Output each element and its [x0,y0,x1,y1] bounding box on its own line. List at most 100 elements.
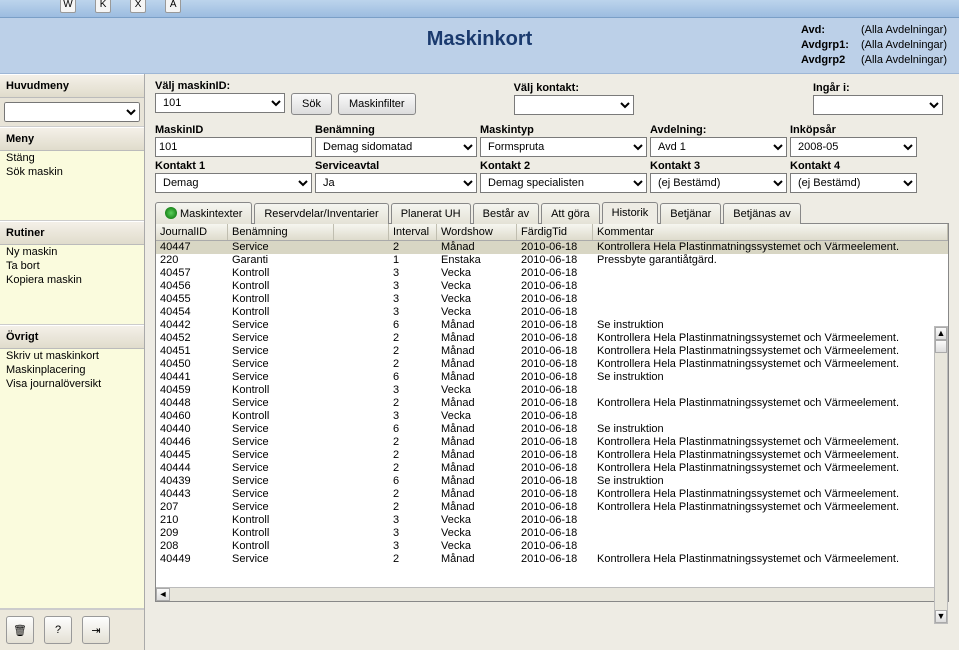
horiz-scrollbar[interactable]: ◄ ► [156,587,948,601]
field-kontakt4[interactable]: (ej Bestämd) [790,173,917,193]
toolbar-btn-k[interactable]: K [95,0,111,13]
table-row[interactable]: 40460Kontroll3Vecka2010-06-18 [156,410,948,423]
valj-kontakt-select[interactable] [514,95,634,115]
table-row[interactable]: 40439Service6Månad2010-06-18Se instrukti… [156,475,948,488]
cell: 40444 [156,462,228,475]
huvudmeny-select[interactable] [4,102,140,122]
table-row[interactable]: 40444Service2Månad2010-06-18Kontrollera … [156,462,948,475]
grid-header: JournalID Benämning Interval Wordshow Fä… [156,224,948,241]
table-row[interactable]: 40443Service2Månad2010-06-18Kontrollera … [156,488,948,501]
field-kontakt1[interactable]: Demag [155,173,312,193]
sidebar-item-meny_items-0[interactable]: Stäng [0,151,144,165]
trash-button[interactable]: 🗑 [6,616,34,644]
table-row[interactable]: 40455Kontroll3Vecka2010-06-18 [156,293,948,306]
field-kontakt2[interactable]: Demag specialisten [480,173,647,193]
sidebar-item-meny_items-1[interactable]: Sök maskin [0,165,144,179]
table-row[interactable]: 40456Kontroll3Vecka2010-06-18 [156,280,948,293]
cell: Vecka [437,267,517,280]
col-journalid[interactable]: JournalID [156,224,228,240]
col-benamning[interactable]: Benämning [228,224,334,240]
tab-betj-nar[interactable]: Betjänar [660,203,721,224]
tab-betj-nas-av[interactable]: Betjänas av [723,203,800,224]
cell: 40455 [156,293,228,306]
sidebar-item-ovrigt_items-1[interactable]: Maskinplacering [0,363,144,377]
sok-button[interactable]: Sök [291,93,332,115]
cell: 40446 [156,436,228,449]
cell: 3 [389,514,437,527]
cell: 2010-06-18 [517,319,593,332]
table-row[interactable]: 40447Service2Månad2010-06-18Kontrollera … [156,241,948,254]
table-row[interactable]: 40452Service2Månad2010-06-18Kontrollera … [156,332,948,345]
field-maskintyp[interactable]: Formspruta [480,137,647,157]
col-kommentar[interactable]: Kommentar [593,224,948,240]
cell: Service [228,345,334,358]
field-avdelning[interactable]: Avd 1 [650,137,787,157]
table-row[interactable]: 40441Service6Månad2010-06-18Se instrukti… [156,371,948,384]
sidebar-item-rutiner_items-0[interactable]: Ny maskin [0,245,144,259]
scroll-up-icon[interactable]: ▲ [935,327,947,340]
scroll-left-icon[interactable]: ◄ [156,588,170,601]
ingar-select[interactable] [813,95,943,115]
field-inköpsår[interactable]: 2008-05 [790,137,917,157]
field-maskinid[interactable] [155,137,312,157]
maskinfilter-button[interactable]: Maskinfilter [338,93,416,115]
field-benämning[interactable]: Demag sidomatad [315,137,477,157]
cell: 2010-06-18 [517,553,593,566]
col-fardigtid[interactable]: FärdigTid [517,224,593,240]
table-row[interactable]: 220Garanti1Enstaka2010-06-18Pressbyte ga… [156,254,948,267]
table-row[interactable]: 209Kontroll3Vecka2010-06-18 [156,527,948,540]
exit-button[interactable]: ⇥ [82,616,110,644]
sidebar-item-rutiner_items-2[interactable]: Kopiera maskin [0,273,144,287]
table-row[interactable]: 40440Service6Månad2010-06-18Se instrukti… [156,423,948,436]
field-label: Maskintyp [480,123,647,137]
sidebar-item-rutiner_items-1[interactable]: Ta bort [0,259,144,273]
cell: Se instruktion [593,319,948,332]
table-row[interactable]: 40454Kontroll3Vecka2010-06-18 [156,306,948,319]
cell [334,475,389,488]
toolbar-btn-x[interactable]: X [130,0,146,13]
sidebar-item-ovrigt_items-2[interactable]: Visa journalöversikt [0,377,144,391]
table-row[interactable]: 207Service2Månad2010-06-18Kontrollera He… [156,501,948,514]
cell: 40459 [156,384,228,397]
table-row[interactable]: 40450Service2Månad2010-06-18Kontrollera … [156,358,948,371]
cell: 2010-06-18 [517,423,593,436]
tab-historik[interactable]: Historik [602,202,659,224]
tab-maskintexter[interactable]: Maskintexter [155,202,252,224]
vert-scrollbar[interactable]: ▲ ▼ [934,326,948,624]
table-row[interactable]: 40446Service2Månad2010-06-18Kontrollera … [156,436,948,449]
toolbar-btn-w[interactable]: W [60,0,76,13]
table-row[interactable]: 210Kontroll3Vecka2010-06-18 [156,514,948,527]
scroll-down-icon[interactable]: ▼ [935,610,947,623]
col-interval[interactable]: Interval [389,224,437,240]
table-row[interactable]: 40459Kontroll3Vecka2010-06-18 [156,384,948,397]
tab-reservdelar-inventarier[interactable]: Reservdelar/Inventarier [254,203,388,224]
table-row[interactable]: 40457Kontroll3Vecka2010-06-18 [156,267,948,280]
tab-best-r-av[interactable]: Består av [473,203,539,224]
field-serviceavtal[interactable]: Ja [315,173,477,193]
cell: Service [228,319,334,332]
toolbar-btn-a[interactable]: A [165,0,181,13]
col-wordshow[interactable]: Wordshow [437,224,517,240]
sidebar-item-ovrigt_items-0[interactable]: Skriv ut maskinkort [0,349,144,363]
table-row[interactable]: 40448Service2Månad2010-06-18Kontrollera … [156,397,948,410]
table-row[interactable]: 40451Service2Månad2010-06-18Kontrollera … [156,345,948,358]
table-row[interactable]: 40449Service2Månad2010-06-18Kontrollera … [156,553,948,566]
scroll-thumb[interactable] [935,340,947,353]
cell [593,384,948,397]
grid-body[interactable]: 40447Service2Månad2010-06-18Kontrollera … [156,241,948,587]
cell: 2010-06-18 [517,488,593,501]
help-button[interactable]: ? [44,616,72,644]
tab-planerat-uh[interactable]: Planerat UH [391,203,471,224]
cell: 40442 [156,319,228,332]
table-row[interactable]: 208Kontroll3Vecka2010-06-18 [156,540,948,553]
rutiner-head: Rutiner [0,221,144,245]
cell [334,553,389,566]
tab-att-g-ra[interactable]: Att göra [541,203,600,224]
valj-maskin-select[interactable]: 101 [155,93,285,113]
avdgrp1-value: (Alla Avdelningar) [861,39,947,51]
field-kontakt3[interactable]: (ej Bestämd) [650,173,787,193]
table-row[interactable]: 40445Service2Månad2010-06-18Kontrollera … [156,449,948,462]
cell: 2010-06-18 [517,358,593,371]
table-row[interactable]: 40442Service6Månad2010-06-18Se instrukti… [156,319,948,332]
cell: 40450 [156,358,228,371]
